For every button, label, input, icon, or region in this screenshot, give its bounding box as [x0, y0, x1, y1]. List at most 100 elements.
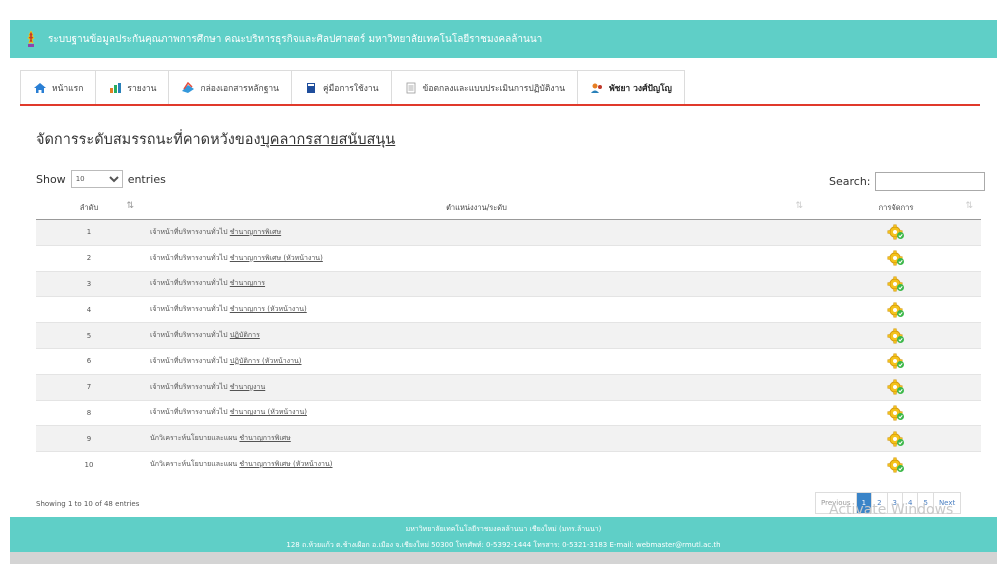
gear-edit-icon[interactable]: [886, 353, 906, 369]
row-number: 10: [36, 451, 142, 477]
footer-university: มหาวิทยาลัยเทคโนโลยีราชมงคลล้านนา เชียงใ…: [405, 525, 602, 533]
gear-edit-icon[interactable]: [886, 379, 906, 395]
position-level-link[interactable]: ชำนาญการพิเศษ: [239, 434, 290, 442]
gear-edit-icon[interactable]: [886, 328, 906, 344]
row-manage: [811, 219, 981, 246]
table-row: 1 เจ้าหน้าที่บริหารงานทั่วไป ชำนาญการพิเศ…: [36, 219, 981, 246]
competency-table: ลำดับ ⇅ ตำแหน่งงาน/ระดับ ⇅ การจัดการ ⇅ 1…: [36, 196, 981, 477]
row-position: เจ้าหน้าที่บริหารงานทั่วไป ชำนาญงาน: [142, 373, 811, 401]
table-row: 2 เจ้าหน้าที่บริหารงานทั่วไป ชำนาญการพิเศ…: [36, 244, 981, 272]
nav-item-label: กล่องเอกสารหลักฐาน: [200, 83, 279, 94]
row-manage: [811, 296, 981, 323]
site-footer: มหาวิทยาลัยเทคโนโลยีราชมงคลล้านนา เชียงใ…: [10, 517, 997, 552]
position-level-link[interactable]: ชำนาญการพิเศษ: [230, 228, 281, 236]
row-position: เจ้าหน้าที่บริหารงานทั่วไป ชำนาญการพิเศษ…: [142, 244, 811, 272]
row-manage: [811, 347, 981, 375]
position-level-link[interactable]: ชำนาญการ: [230, 279, 265, 287]
position-level-link[interactable]: ชำนาญการพิเศษ (หัวหน้างาน): [239, 460, 332, 468]
page: ระบบฐานข้อมูลประกันคุณภาพการศึกษา คณะบริ…: [10, 20, 997, 564]
user-icon: [590, 82, 604, 94]
row-number: 1: [36, 219, 142, 246]
row-manage: [811, 244, 981, 272]
row-number: 7: [36, 373, 142, 401]
row-number: 3: [36, 270, 142, 297]
windows-activation-watermark: Activate Windows: [829, 502, 954, 518]
row-number: 5: [36, 322, 142, 349]
gear-edit-icon[interactable]: [886, 276, 906, 292]
position-name: นักวิเคราะห์นโยบายและแผน: [150, 434, 238, 443]
table-search-control: Search:: [829, 172, 985, 191]
nav-item-label: หน้าแรก: [52, 83, 84, 94]
column-header-manage[interactable]: การจัดการ ⇅: [811, 196, 981, 220]
position-level-link[interactable]: ชำนาญงาน: [230, 383, 266, 391]
row-position: นักวิเคราะห์นโยบายและแผน ชำนาญการพิเศษ: [142, 425, 811, 452]
position-level-link[interactable]: ปฏิบัติการ (หัวหน้างาน): [230, 357, 302, 365]
report-icon: [108, 82, 122, 94]
nav-item-report[interactable]: รายงาน: [95, 70, 170, 104]
nav-item-home[interactable]: หน้าแรก: [20, 70, 97, 104]
bottom-band: [10, 552, 997, 564]
row-manage: [811, 322, 981, 349]
position-name: เจ้าหน้าที่บริหารงานทั่วไป: [150, 382, 228, 391]
table-row: 4 เจ้าหน้าที่บริหารงานทั่วไป ชำนาญการ (หั…: [36, 296, 981, 323]
gear-edit-icon[interactable]: [886, 224, 906, 240]
manual-icon: [304, 82, 318, 94]
table-row: 3 เจ้าหน้าที่บริหารงานทั่วไป ชำนาญการ: [36, 270, 981, 297]
gear-edit-icon[interactable]: [886, 405, 906, 421]
sort-asc-icon: ⇅: [126, 201, 134, 211]
position-name: เจ้าหน้าที่บริหารงานทั่วไป: [150, 253, 228, 262]
row-position: เจ้าหน้าที่บริหารงานทั่วไป ชำนาญการพิเศษ: [142, 219, 811, 246]
column-header-position[interactable]: ตำแหน่งงาน/ระดับ ⇅: [142, 196, 811, 220]
show-label: Show: [36, 172, 66, 186]
row-manage: [811, 373, 981, 401]
nav-item-manual[interactable]: คู่มือการใช้งาน: [290, 70, 392, 104]
nav-item-user[interactable]: พัชยา วงศ์ปัญโญ: [577, 70, 685, 104]
nav-item-label: พัชยา วงศ์ปัญโญ: [609, 83, 672, 94]
search-input[interactable]: [874, 172, 985, 191]
position-level-link[interactable]: ชำนาญงาน (หัวหน้างาน): [230, 408, 307, 416]
table-row: 5 เจ้าหน้าที่บริหารงานทั่วไป ปฏิบัติการ: [36, 322, 981, 349]
row-number: 9: [36, 425, 142, 452]
entries-label: entries: [127, 172, 166, 186]
position-name: เจ้าหน้าที่บริหารงานทั่วไป: [150, 331, 228, 340]
row-number: 2: [36, 244, 142, 272]
nav-item-agreement-form[interactable]: ข้อตกลงและแบบประเมินการปฏิบัติงาน: [390, 70, 579, 104]
site-header: ระบบฐานข้อมูลประกันคุณภาพการศึกษา คณะบริ…: [10, 20, 997, 58]
table-row: 9 นักวิเคราะห์นโยบายและแผน ชำนาญการพิเศษ: [36, 425, 981, 452]
form-icon: [404, 82, 418, 94]
row-manage: [811, 425, 981, 452]
page-title-prefix: จัดการระดับสมรรถนะที่คาดหวังของ: [36, 132, 261, 148]
home-icon: [33, 82, 47, 94]
row-position: เจ้าหน้าที่บริหารงานทั่วไป ปฏิบัติการ (ห…: [142, 347, 811, 375]
documents-icon: [181, 81, 195, 94]
nav-item-label: ข้อตกลงและแบบประเมินการปฏิบัติงาน: [422, 83, 566, 94]
position-name: เจ้าหน้าที่บริหารงานทั่วไป: [150, 227, 228, 236]
entries-per-page-select[interactable]: 10: [70, 170, 123, 188]
table-row: 10 นักวิเคราะห์นโยบายและแผน ชำนาญการพิเศษ…: [36, 451, 981, 477]
footer-contact: 128 ถ.ห้วยแก้ว ต.ช้างเผือก อ.เมือง จ.เชี…: [286, 541, 721, 549]
position-name: เจ้าหน้าที่บริหารงานทั่วไป: [150, 408, 228, 417]
gear-edit-icon[interactable]: [886, 431, 906, 447]
row-position: เจ้าหน้าที่บริหารงานทั่วไป ปฏิบัติการ: [142, 322, 811, 349]
table-row: 8 เจ้าหน้าที่บริหารงานทั่วไป ชำนาญงาน (หั…: [36, 399, 981, 426]
position-level-link[interactable]: ชำนาญการ (หัวหน้างาน): [230, 305, 307, 313]
table-row: 6 เจ้าหน้าที่บริหารงานทั่วไป ปฏิบัติการ (…: [36, 347, 981, 375]
nav-item-label: รายงาน: [127, 83, 157, 94]
row-manage: [811, 399, 981, 426]
window-top-margin: [0, 0, 997, 20]
gear-edit-icon[interactable]: [886, 302, 906, 318]
table-info: Showing 1 to 10 of 48 entries: [36, 500, 140, 508]
position-level-link[interactable]: ปฏิบัติการ: [230, 331, 260, 339]
page-title-link[interactable]: บุคลากรสายสนับสนุน: [261, 132, 396, 148]
gear-edit-icon[interactable]: [886, 457, 906, 473]
column-header-order[interactable]: ลำดับ ⇅: [36, 196, 142, 220]
nav-item-evidence-box[interactable]: กล่องเอกสารหลักฐาน: [168, 70, 292, 104]
table-row: 7 เจ้าหน้าที่บริหารงานทั่วไป ชำนาญงาน: [36, 373, 981, 401]
page-title: จัดการระดับสมรรถนะที่คาดหวังของบุคลากรสา…: [36, 128, 395, 151]
row-number: 4: [36, 296, 142, 323]
gear-edit-icon[interactable]: [886, 250, 906, 266]
position-level-link[interactable]: ชำนาญการพิเศษ (หัวหน้างาน): [230, 254, 323, 262]
sort-icon: ⇅: [965, 201, 973, 211]
position-name: เจ้าหน้าที่บริหารงานทั่วไป: [150, 305, 228, 314]
row-position: เจ้าหน้าที่บริหารงานทั่วไป ชำนาญการ (หัว…: [142, 296, 811, 323]
